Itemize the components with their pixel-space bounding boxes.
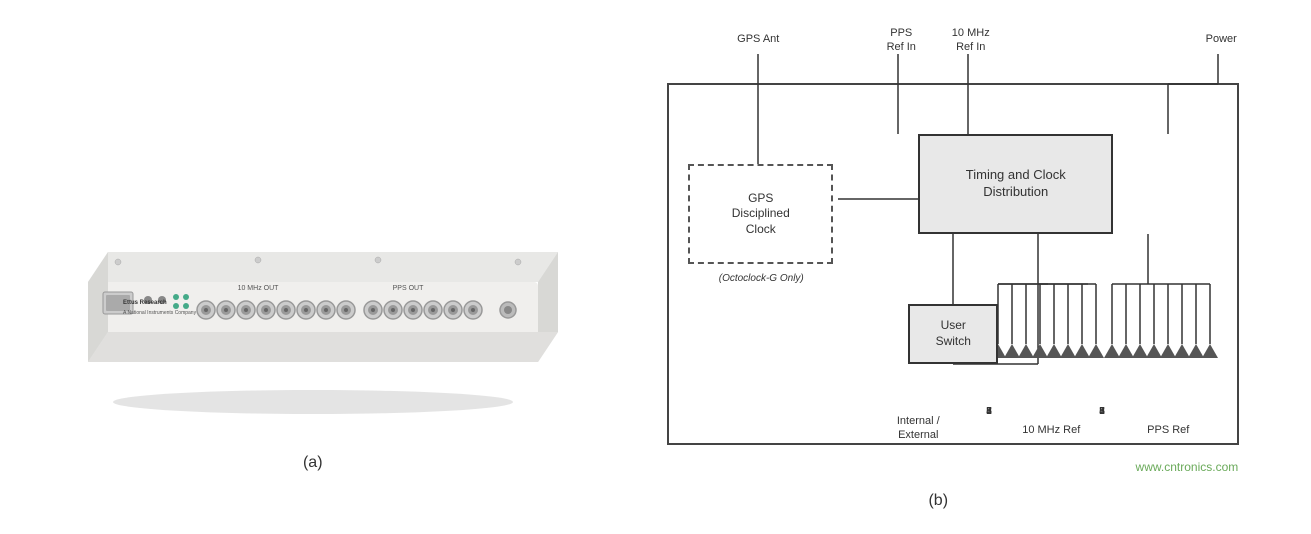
pps-ref-label: PPS Ref [1123, 424, 1213, 436]
left-panel: 10 MHz OUT [33, 62, 593, 472]
svg-text:A National Instruments Company: A National Instruments Company [123, 310, 197, 316]
svg-text:10 MHz OUT: 10 MHz OUT [237, 285, 279, 292]
svg-text:Ettus Research: Ettus Research [123, 300, 167, 306]
right-caption: (b) [928, 492, 948, 510]
ten-mhz-ref-in-label: 10 MHz Ref In [943, 26, 998, 55]
pps-num-1: 1 [1099, 406, 1105, 417]
timing-clock-box: Timing and Clock Distribution [918, 134, 1113, 234]
watermark: www.cntronics.com [1136, 460, 1239, 474]
left-caption: (a) [303, 454, 323, 472]
pps-ref-in-label: PPS Ref In [876, 26, 926, 55]
internal-external-label: Internal / External [878, 414, 958, 443]
device-photo-svg: 10 MHz OUT [58, 82, 568, 422]
device-image: 10 MHz OUT [53, 62, 573, 442]
user-switch-box: User Switch [908, 304, 998, 364]
ten-mhz-ref-label: 10 MHz Ref [996, 424, 1106, 436]
diagram-area: GPS Ant PPS Ref In 10 MHz Ref In Power G… [608, 24, 1268, 484]
right-panel: GPS Ant PPS Ref In 10 MHz Ref In Power G… [598, 24, 1278, 510]
gps-disciplined-clock-box: GPS Disciplined Clock [688, 164, 833, 264]
octoclock-g-label: (Octoclock-G Only) [676, 272, 846, 285]
power-label: Power [1196, 32, 1246, 46]
ten-mhz-num-1: 1 [986, 406, 992, 417]
main-container: 10 MHz OUT [0, 0, 1311, 534]
gps-ant-label: GPS Ant [728, 32, 788, 46]
svg-text:PPS OUT: PPS OUT [392, 285, 423, 292]
